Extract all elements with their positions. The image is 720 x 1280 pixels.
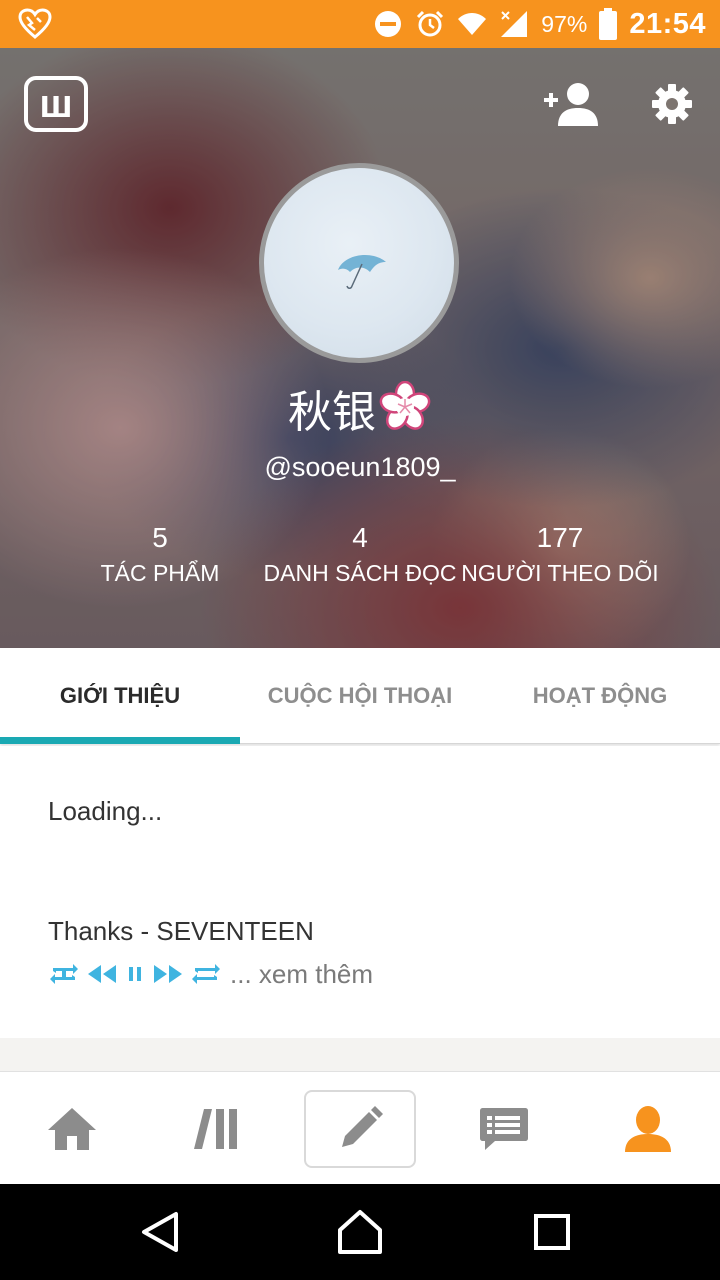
stat-reading-lists[interactable]: 4 DANH SÁCH ĐỌC xyxy=(260,522,460,587)
do-not-disturb-icon xyxy=(375,11,402,37)
back-icon[interactable] xyxy=(136,1208,184,1256)
stat-reading-lists-value: 4 xyxy=(352,522,368,553)
avatar[interactable] xyxy=(259,163,459,363)
home-button-icon[interactable] xyxy=(336,1208,384,1256)
repeat-icon xyxy=(192,964,220,984)
username: @sooeun1809_ xyxy=(264,452,456,482)
stat-works[interactable]: 5 TÁC PHẨM xyxy=(60,522,260,587)
nav-library[interactable] xyxy=(144,1073,288,1184)
battery-icon xyxy=(599,8,618,40)
profile-cover: ш 秋银 @sooeun1809_ 5 TÁC PHẨM 4 DANH SÁCH… xyxy=(0,48,720,648)
tab-about[interactable]: GIỚI THIỆU xyxy=(0,648,240,744)
profile-icon xyxy=(625,1105,671,1152)
song-text: Thanks - SEVENTEEN xyxy=(48,916,314,946)
wifi-icon xyxy=(458,13,487,35)
display-name: 秋银 xyxy=(0,376,720,438)
alarm-icon xyxy=(417,10,444,37)
profile-tabs: GIỚI THIỆU CUỘC HỘI THOẠI HOẠT ĐỘNG xyxy=(0,648,720,744)
pause-icon xyxy=(129,967,141,981)
app-notification-icon xyxy=(18,8,52,39)
nav-profile[interactable] xyxy=(576,1073,720,1184)
bottom-nav xyxy=(0,1073,720,1184)
umbrella-icon xyxy=(338,255,386,289)
display-name-text: 秋银 xyxy=(288,387,376,438)
section-divider xyxy=(0,1038,720,1072)
tab-activity[interactable]: HOẠT ĐỘNG xyxy=(480,648,720,744)
stat-followers-label: NGƯỜI THEO DÕI xyxy=(461,560,659,586)
write-icon xyxy=(342,1105,383,1147)
rewind-icon xyxy=(88,965,116,983)
library-icon xyxy=(194,1108,237,1149)
logo-text: ш xyxy=(39,82,73,126)
music-controls: ... xem thêm xyxy=(48,956,373,992)
nav-write[interactable] xyxy=(288,1073,432,1184)
system-nav-bar xyxy=(0,1184,720,1280)
repeat-one-icon xyxy=(50,964,78,984)
nav-messages[interactable] xyxy=(432,1073,576,1184)
cherry-blossom-icon xyxy=(379,381,431,430)
signal-icon xyxy=(501,11,528,37)
gear-icon[interactable] xyxy=(650,82,694,126)
home-icon xyxy=(48,1107,96,1150)
fast-forward-icon xyxy=(154,965,182,983)
about-section: Loading... Thanks - SEVENTEEN ... xem th… xyxy=(0,746,720,1038)
stat-works-label: TÁC PHẨM xyxy=(100,560,220,586)
clock: 21:54 xyxy=(629,7,706,40)
status-bar: 97% 21:54 xyxy=(0,0,720,48)
stat-followers-value: 177 xyxy=(536,522,584,553)
stat-reading-lists-label: DANH SÁCH ĐỌC xyxy=(263,560,457,586)
wattpad-logo-button[interactable]: ш xyxy=(24,76,88,132)
tab-conversations[interactable]: CUỘC HỘI THOẠI xyxy=(240,648,480,744)
loading-text: Loading... xyxy=(48,796,163,826)
recents-icon[interactable] xyxy=(528,1208,576,1256)
add-user-icon[interactable] xyxy=(542,80,602,128)
write-button-frame xyxy=(304,1089,416,1168)
stat-works-value: 5 xyxy=(152,522,168,553)
see-more-link[interactable]: ... xem thêm xyxy=(230,959,373,990)
nav-home[interactable] xyxy=(0,1073,144,1184)
messages-icon xyxy=(480,1107,528,1150)
battery-percent: 97% xyxy=(541,10,588,37)
stat-followers[interactable]: 177 NGƯỜI THEO DÕI xyxy=(460,522,660,587)
